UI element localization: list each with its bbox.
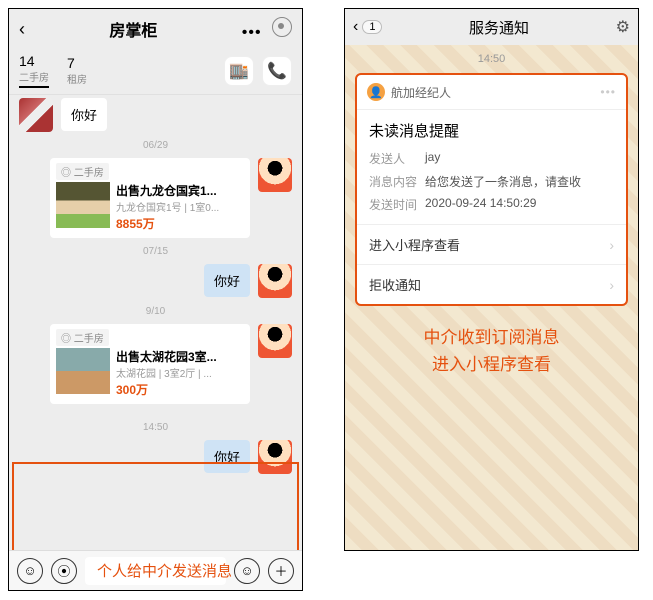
listing-thumbnail [56, 182, 110, 228]
avatar[interactable] [258, 264, 292, 298]
listing-subtitle: 九龙仓国宾1号 | 1室0... [116, 199, 244, 214]
message-bubble: 你好 [204, 264, 250, 297]
chat-header: ‹ 房掌柜 ••• [9, 9, 302, 49]
category-tabs: 14 二手房 7 租房 🏬 📞 [9, 49, 302, 95]
phone-icon[interactable]: 📞 [262, 56, 292, 86]
notif-row-sender: 发送人 jay [357, 147, 626, 170]
action-label: 进入小程序查看 [369, 235, 460, 254]
avatar[interactable] [19, 98, 53, 132]
message-incoming: 你好 [9, 95, 302, 135]
row-value: 给您发送了一条消息，请查收 [425, 173, 581, 190]
notif-title: 未读消息提醒 [357, 110, 626, 147]
avatar[interactable] [258, 158, 292, 192]
chevron-left-icon: ‹ [353, 18, 358, 36]
notification-screen: ‹ 1 服务通知 ⚙ 14:50 👤 航加经纪人 ••• 未读消息提醒 发送人 … [344, 8, 639, 551]
message-bubble: 你好 [204, 440, 250, 473]
listing-tag: ◎ 二手房 [56, 329, 109, 346]
tab-rent[interactable]: 7 租房 [67, 55, 87, 86]
plus-icon[interactable]: ＋ [268, 558, 294, 584]
listing-thumbnail [56, 348, 110, 394]
row-value: jay [425, 150, 440, 167]
notification-card: 👤 航加经纪人 ••• 未读消息提醒 发送人 jay 消息内容 给您发送了一条消… [355, 73, 628, 306]
tab-secondhand[interactable]: 14 二手房 [19, 53, 49, 88]
chat-body: 你好 06/29 ◎ 二手房 出售九龙仓国宾1... 九龙仓国宾1号 | 1室0… [9, 95, 302, 553]
chevron-right-icon: › [609, 277, 614, 293]
chat-input-bar: ☺ ⦿ ☺ ＋ [9, 550, 302, 590]
message-input[interactable] [85, 557, 226, 585]
listing-card[interactable]: ◎ 二手房 出售九龙仓国宾1... 九龙仓国宾1号 | 1室0... 8855万 [50, 158, 250, 238]
annotation-caption: 中介收到订阅消息 进入小程序查看 [345, 324, 638, 378]
back-button[interactable]: ‹ 1 [353, 18, 382, 36]
shop-icon[interactable]: 🏬 [224, 56, 254, 86]
row-label: 消息内容 [369, 173, 425, 190]
chevron-right-icon: › [609, 237, 614, 253]
action-reject[interactable]: 拒收通知 › [357, 264, 626, 304]
action-label: 拒收通知 [369, 275, 421, 294]
target-icon[interactable] [272, 17, 292, 37]
listing-price: 8855万 [116, 215, 244, 232]
message-outgoing: 你好 [9, 261, 302, 301]
message-outgoing-card: ◎ 二手房 出售九龙仓国宾1... 九龙仓国宾1号 | 1室0... 8855万 [9, 155, 302, 241]
header-actions: ••• [242, 17, 292, 42]
more-icon[interactable]: ••• [242, 24, 262, 41]
card-more-icon[interactable]: ••• [600, 85, 616, 99]
date-separator: 07/15 [9, 246, 302, 257]
timestamp: 14:50 [345, 53, 638, 65]
listing-tag: ◎ 二手房 [56, 163, 109, 180]
notif-row-time: 发送时间 2020-09-24 14:50:29 [357, 193, 626, 216]
message-outgoing: 你好 [9, 437, 302, 477]
caption-line: 进入小程序查看 [345, 351, 638, 378]
notif-header: ‹ 1 服务通知 ⚙ [345, 9, 638, 45]
gear-icon[interactable]: ⚙ [616, 17, 630, 37]
tab-count: 14 [19, 53, 49, 69]
chat-screen: ‹ 房掌柜 ••• 14 二手房 7 租房 🏬 📞 你好 06/29 ◎ 二手房 [8, 8, 303, 591]
message-outgoing-card: ◎ 二手房 出售太湖花园3室... 太湖花园 | 3室2厅 | ... 300万 [9, 321, 302, 407]
sender-name: 航加经纪人 [391, 84, 600, 101]
tab-label: 二手房 [19, 69, 49, 84]
tab-label: 租房 [67, 71, 87, 86]
chat-title: 房掌柜 [25, 17, 242, 41]
notif-card-header: 👤 航加经纪人 ••• [357, 75, 626, 110]
sender-avatar-icon: 👤 [367, 83, 385, 101]
row-label: 发送人 [369, 150, 425, 167]
listing-price: 300万 [116, 381, 244, 398]
listing-subtitle: 太湖花园 | 3室2厅 | ... [116, 365, 244, 380]
date-separator: 14:50 [9, 422, 302, 433]
row-label: 发送时间 [369, 196, 425, 213]
caption-line: 中介收到订阅消息 [345, 324, 638, 351]
page-title: 服务通知 [382, 17, 615, 38]
listing-card[interactable]: ◎ 二手房 出售太湖花园3室... 太湖花园 | 3室2厅 | ... 300万 [50, 324, 250, 404]
emoji-icon[interactable]: ☺ [17, 558, 43, 584]
notif-row-content: 消息内容 给您发送了一条消息，请查收 [357, 170, 626, 193]
listing-title: 出售九龙仓国宾1... [116, 182, 244, 199]
tab-count: 7 [67, 55, 87, 71]
avatar[interactable] [258, 440, 292, 474]
listing-title: 出售太湖花园3室... [116, 348, 244, 365]
date-separator: 06/29 [9, 140, 302, 151]
avatar[interactable] [258, 324, 292, 358]
action-open-miniprogram[interactable]: 进入小程序查看 › [357, 224, 626, 264]
back-count: 1 [362, 20, 382, 34]
smile-icon[interactable]: ☺ [234, 558, 260, 584]
notif-actions: 进入小程序查看 › 拒收通知 › [357, 224, 626, 304]
message-bubble: 你好 [61, 98, 107, 131]
row-value: 2020-09-24 14:50:29 [425, 196, 536, 213]
tab-action-icons: 🏬 📞 [224, 56, 292, 86]
voice-icon[interactable]: ⦿ [51, 558, 77, 584]
date-separator: 9/10 [9, 306, 302, 317]
